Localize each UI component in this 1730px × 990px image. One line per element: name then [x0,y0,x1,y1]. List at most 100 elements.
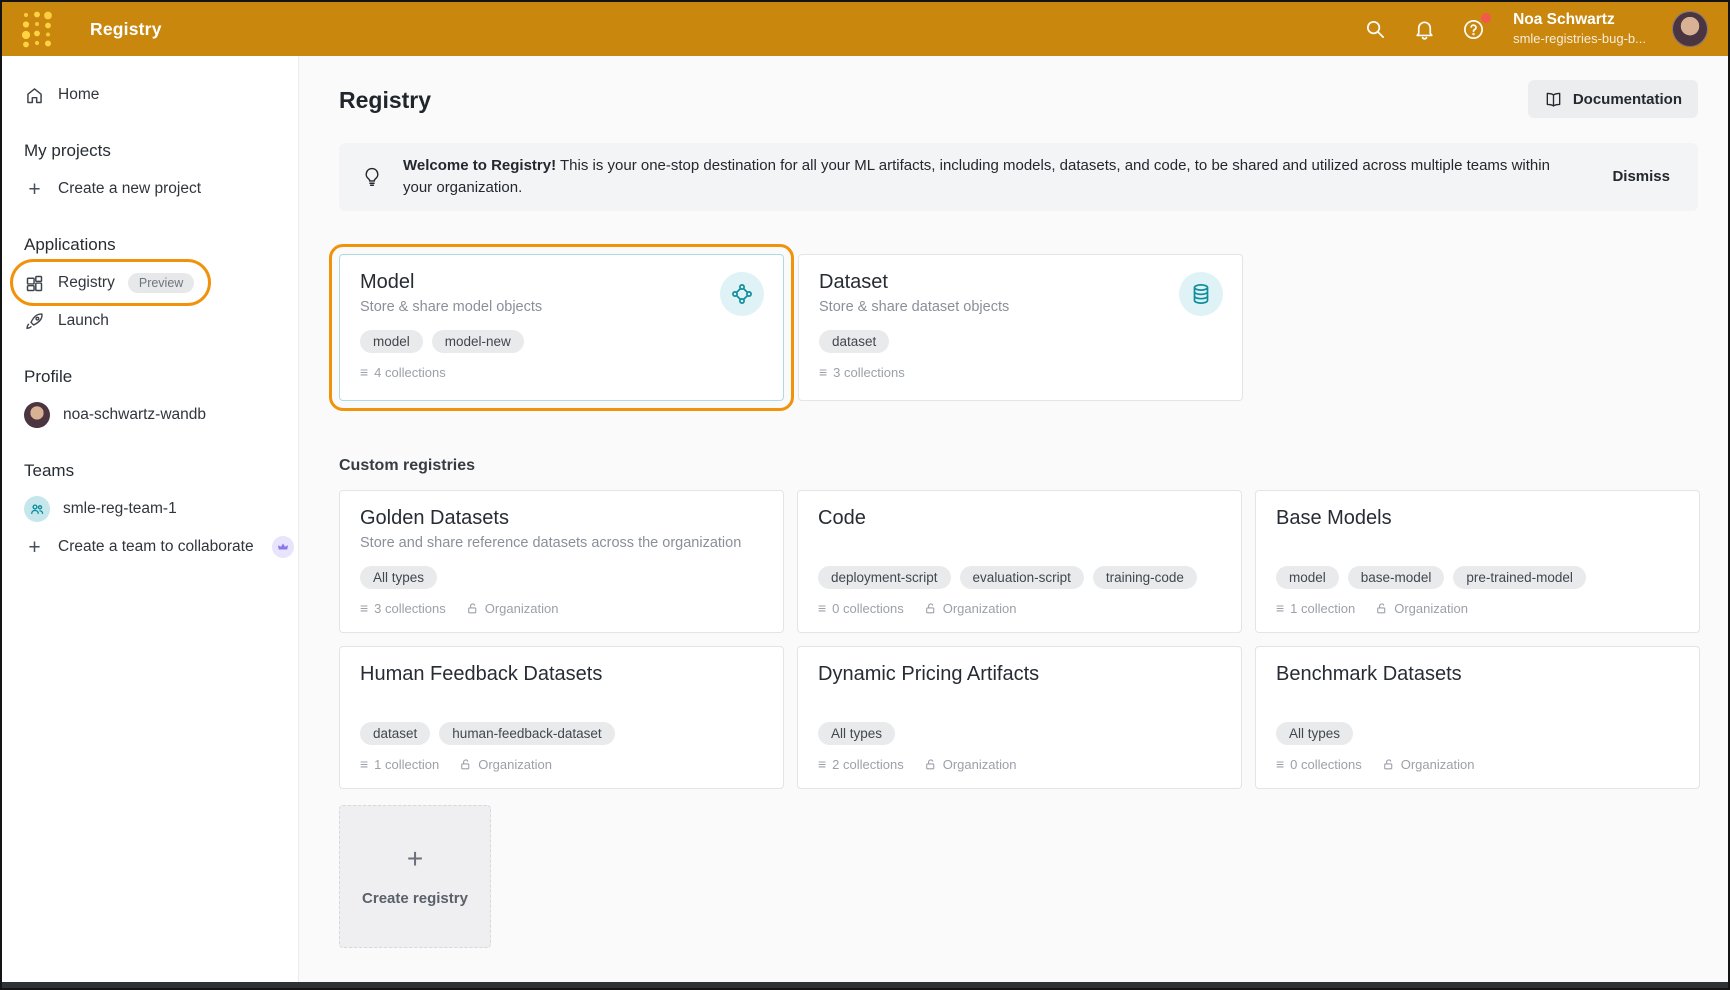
custom-registry-card[interactable]: Golden Datasets Store and share referenc… [339,490,784,633]
wandb-logo-icon[interactable] [2,9,72,49]
sidebar-item-home[interactable]: Home [2,76,298,114]
tag: All types [818,722,895,745]
collections-icon: ≡ [360,601,368,615]
visibility: Organization [1382,757,1475,772]
visibility: Organization [924,601,1017,616]
registry-card-dataset[interactable]: Dataset Store & share dataset objects da… [798,254,1243,401]
custom-registries-heading: Custom registries [339,457,1698,475]
card-tags: All types [818,722,1221,745]
custom-registry-card[interactable]: Dynamic Pricing Artifacts All types ≡ 2 … [797,646,1242,789]
book-icon [1544,90,1563,109]
lightbulb-icon [361,166,383,188]
search-icon[interactable] [1364,18,1387,41]
core-registries-row: Model Store & share model objects model … [339,254,1698,401]
card-subtitle: Store & share model objects [360,299,763,319]
window-bottom-edge [2,982,1728,988]
tag: human-feedback-dataset [439,722,614,745]
collections-icon: ≡ [1276,757,1284,771]
card-title: Dataset [819,271,1222,294]
collections-label: 2 collections [832,757,904,772]
dismiss-button[interactable]: Dismiss [1612,168,1670,185]
main-content: Registry Documentation Welcome to Regist… [299,56,1728,982]
card-subtitle: Store and share reference datasets acros… [360,535,763,555]
card-title: Model [360,271,763,294]
notifications-bell-icon[interactable] [1413,18,1436,41]
visibility-label: Organization [1401,757,1475,772]
card-title: Benchmark Datasets [1276,663,1679,686]
collections-count: ≡ 0 collections [818,601,904,616]
tag: dataset [819,330,889,353]
tag: model [1276,566,1339,589]
documentation-button[interactable]: Documentation [1528,80,1698,118]
custom-registry-card[interactable]: Base Models modelbase-modelpre-trained-m… [1255,490,1700,633]
visibility: Organization [1375,601,1468,616]
card-tags: deployment-scriptevaluation-scripttraini… [818,566,1221,589]
sidebar-heading-profile: Profile [2,367,298,387]
plus-icon: + [24,179,45,200]
custom-registry-card[interactable]: Human Feedback Datasets datasethuman-fee… [339,646,784,789]
card-subtitle [1276,535,1679,555]
unlock-icon [466,602,479,615]
sidebar-item-label: Create a team to collaborate [58,538,254,556]
sidebar-item-label: Registry [58,274,115,292]
sidebar-item-team[interactable]: smle-reg-team-1 [2,490,298,528]
registry-card-model[interactable]: Model Store & share model objects model … [339,254,784,401]
sidebar-item-label: Home [58,86,99,104]
sidebar-item-create-team[interactable]: + Create a team to collaborate [2,528,298,566]
card-subtitle [360,691,763,711]
user-avatar[interactable] [1672,11,1708,47]
banner-title: Welcome to Registry! [403,157,556,174]
tag: evaluation-script [960,566,1084,589]
card-title: Base Models [1276,507,1679,530]
card-title: Human Feedback Datasets [360,663,763,686]
tag: model [360,330,423,353]
banner-text: Welcome to Registry! This is your one-st… [403,155,1553,199]
tag: All types [1276,722,1353,745]
collections-icon: ≡ [1276,601,1284,615]
topbar-actions: Noa Schwartz smle-registries-bug-b... [1364,10,1728,47]
collections-icon: ≡ [819,365,827,379]
crown-icon [272,536,294,558]
banner-body: This is your one-stop destination for al… [403,157,1550,196]
collections-label: 3 collections [833,365,905,380]
plus-icon: + [407,845,423,873]
sidebar-item-label: smle-reg-team-1 [63,500,177,518]
card-footer: ≡ 1 collection Organization [360,757,763,772]
collections-icon: ≡ [360,757,368,771]
card-tags: datasethuman-feedback-dataset [360,722,763,745]
custom-registries-grid: Golden Datasets Store and share referenc… [339,490,1698,789]
sidebar-item-profile[interactable]: noa-schwartz-wandb [2,396,298,434]
annotation-highlight-ring [329,244,794,411]
card-footer: ≡ 0 collections Organization [818,601,1221,616]
sidebar-item-launch[interactable]: Launch [2,302,298,340]
collections-icon: ≡ [818,601,826,615]
unlock-icon [1382,758,1395,771]
wandb-logo-dots [19,9,55,49]
create-registry-button[interactable]: + Create registry [339,805,491,948]
rocket-icon [24,311,45,332]
collections-label: 0 collections [1290,757,1362,772]
topbar-app-title: Registry [90,19,162,40]
card-footer: ≡ 4 collections [360,365,763,380]
collections-label: 3 collections [374,601,446,616]
main-header: Registry Documentation [339,80,1698,118]
card-footer: ≡ 0 collections Organization [1276,757,1679,772]
card-footer: ≡ 3 collections [819,365,1222,380]
sidebar-item-label: noa-schwartz-wandb [63,406,206,424]
user-menu[interactable]: Noa Schwartz smle-registries-bug-b... [1513,10,1646,47]
sidebar-item-create-project[interactable]: + Create a new project [2,170,298,208]
sidebar: Home My projects + Create a new project … [2,56,299,982]
create-registry-label: Create registry [362,890,468,907]
help-button[interactable] [1462,18,1485,41]
unlock-icon [924,602,937,615]
collections-count: ≡ 3 collections [819,365,905,380]
sidebar-item-registry[interactable]: Registry Preview [2,264,298,302]
custom-registry-card[interactable]: Code deployment-scriptevaluation-scriptt… [797,490,1242,633]
card-tags: All types [1276,722,1679,745]
collections-count: ≡ 4 collections [360,365,446,380]
custom-registry-card[interactable]: Benchmark Datasets All types ≡ 0 collect… [1255,646,1700,789]
welcome-banner: Welcome to Registry! This is your one-st… [339,143,1698,211]
tag: pre-trained-model [1453,566,1586,589]
card-subtitle: Store & share dataset objects [819,299,1222,319]
tag: model-new [432,330,524,353]
